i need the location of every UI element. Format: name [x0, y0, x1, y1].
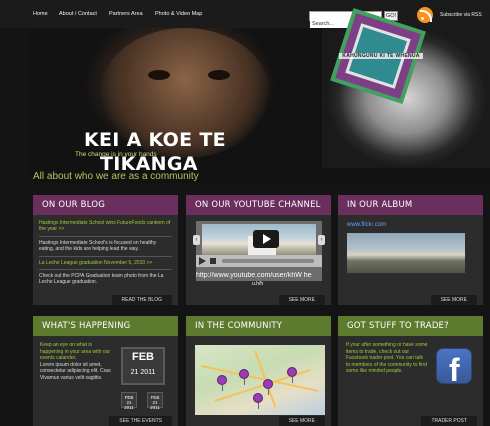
play-icon[interactable]	[253, 230, 279, 248]
album-heading: IN OUR ALBUM	[338, 195, 483, 215]
calendar-small-icon-2[interactable]: FEB 21 2011	[147, 392, 163, 410]
blog-post1-title[interactable]: Hastings Intermediate School wins Future…	[33, 220, 178, 233]
youtube-url-tail: u.h/h	[252, 281, 264, 287]
nav-photo-video-map[interactable]: Photo & Video Map	[155, 11, 202, 17]
hero-eye-left	[148, 70, 170, 80]
flickr-link[interactable]: www.flickr.com	[347, 222, 386, 228]
calendar-small-icon-1[interactable]: FEB 21 2011	[121, 392, 137, 410]
chevron-right-icon[interactable]: ›	[318, 235, 325, 245]
map-pin-icon[interactable]	[253, 393, 263, 409]
youtube-heading: ON OUR YOUTUBE CHANNEL	[186, 195, 331, 215]
facebook-icon[interactable]: f	[436, 348, 472, 388]
blog-post2-body: Check out the PCPA Graduation team photo…	[39, 273, 164, 286]
blog-panel: ON OUR BLOG Hastings Intermediate School…	[33, 195, 178, 305]
album-photo[interactable]	[347, 233, 465, 273]
chevron-left-icon[interactable]: ‹	[193, 235, 200, 245]
hero-banner: KEI A KOE TE TIKANGA	[30, 28, 490, 183]
trade-panel: GOT STUFF TO TRADE? If your after someth…	[338, 316, 483, 426]
rss-icon[interactable]	[417, 7, 433, 23]
trade-text: If your after something or have some ite…	[346, 342, 428, 374]
happening-lorem: Lorem ipsum dolor sit amet, consectetur …	[40, 361, 111, 381]
read-the-blog-button[interactable]: READ THE BLOG	[111, 295, 172, 305]
nav-partners-area[interactable]: Partners Area	[109, 11, 143, 17]
youtube-panel: ON OUR YOUTUBE CHANNEL ‹ › http://www.yo…	[186, 195, 331, 305]
community-heading: IN THE COMMUNITY	[186, 316, 331, 336]
rss-subscribe-link[interactable]: Subscribe via RSS	[440, 12, 482, 18]
calendar-month: FEB	[132, 351, 154, 363]
youtube-channel-url[interactable]: http://www.youtube.com/user/khW he	[196, 272, 322, 279]
youtube-video-player[interactable]: ‹ › http://www.youtube.com/user/khW he u…	[193, 221, 325, 287]
video-controls	[196, 255, 322, 267]
blog-post2-title[interactable]: La Leche League graduation November 5, 2…	[33, 260, 178, 266]
map-pin-icon[interactable]	[217, 375, 227, 391]
happening-panel: WHAT'S HAPPENING Keep an eye on what is …	[33, 316, 178, 426]
happening-text: Keep an eye on what is happening in your…	[40, 342, 112, 381]
calendar-date: 21 2011	[130, 369, 156, 376]
logo-text: KAHUNGUNU KI TE WHENUA	[339, 53, 423, 59]
community-map[interactable]	[195, 345, 325, 415]
nav-home[interactable]: Home	[33, 11, 48, 17]
volume-icon[interactable]	[210, 258, 216, 264]
map-pin-icon[interactable]	[263, 379, 273, 395]
video-thumbnail	[202, 224, 316, 256]
nav-about-contact[interactable]: About / Contact	[59, 11, 97, 17]
calendar-icon[interactable]: FEB 21 2011	[121, 347, 165, 385]
map-pin-icon[interactable]	[287, 367, 297, 383]
blog-heading: ON OUR BLOG	[33, 195, 178, 215]
see-the-events-button[interactable]: SEE THE EVENTS	[109, 416, 172, 426]
happening-heading: WHAT'S HAPPENING	[33, 316, 178, 336]
community-panel: IN THE COMMUNITY SEE MORE	[186, 316, 331, 426]
divider	[39, 255, 172, 257]
divider	[39, 269, 172, 271]
hero-subtitle: The change is in your hands	[75, 151, 157, 158]
community-see-more-button[interactable]: SEE MORE	[278, 416, 325, 426]
hero-eye-right	[208, 70, 230, 80]
album-see-more-button[interactable]: SEE MORE	[430, 295, 477, 305]
divider	[39, 235, 172, 237]
control-play-icon[interactable]	[199, 257, 206, 265]
happening-intro: Keep an eye on what is happening in your…	[40, 342, 111, 361]
community-tagline: All about who we are as a community	[33, 171, 199, 182]
trade-heading: GOT STUFF TO TRADE?	[338, 316, 483, 336]
video-progress-bar[interactable]	[222, 259, 314, 263]
hero-title-line1: KEI A KOE TE	[84, 129, 226, 151]
map-pin-icon[interactable]	[239, 369, 249, 385]
trader-post-button[interactable]: TRADER POST	[421, 416, 477, 426]
youtube-see-more-button[interactable]: SEE MORE	[278, 295, 325, 305]
top-nav-bar: Home About / Contact Partners Area Photo…	[0, 0, 490, 28]
blog-post1-body: Hastings Intermediate School's is focuse…	[39, 239, 157, 253]
album-panel: IN OUR ALBUM www.flickr.com SEE MORE	[338, 195, 483, 305]
